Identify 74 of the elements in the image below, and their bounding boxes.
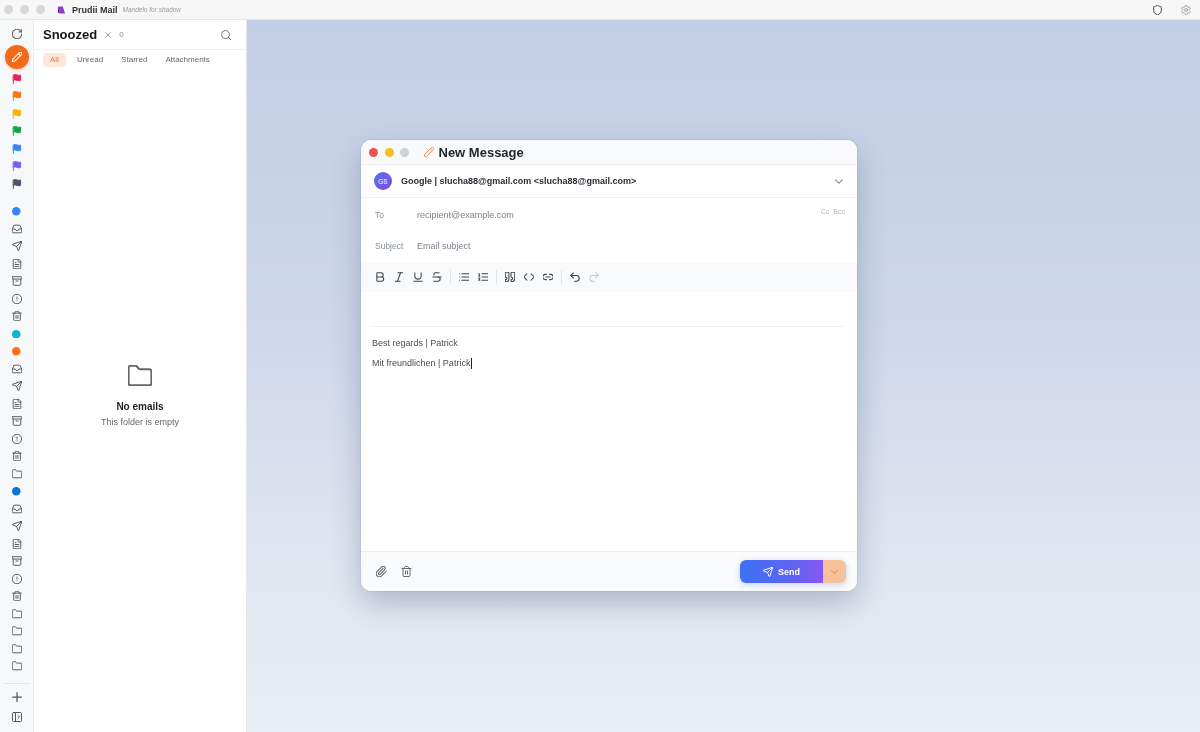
pencil-icon [423, 147, 434, 157]
plus-icon[interactable] [11, 692, 22, 702]
sidebar-toggle-icon[interactable] [11, 712, 22, 722]
flag-icon[interactable] [11, 178, 22, 189]
bulleted-list-icon[interactable] [459, 272, 469, 282]
document-icon[interactable] [11, 538, 22, 549]
body-text: Mit freundlichen | Patrick [372, 358, 471, 368]
numbered-list-icon[interactable] [478, 272, 488, 282]
chevron-down-icon [831, 569, 838, 574]
bold-icon[interactable] [375, 272, 385, 282]
send-button[interactable]: Send [740, 560, 823, 583]
search-icon[interactable] [221, 29, 231, 40]
folder-icon[interactable] [11, 608, 22, 619]
filter-tab[interactable]: Unread [69, 53, 111, 67]
underline-icon[interactable] [413, 272, 423, 282]
quote-icon[interactable] [505, 272, 515, 282]
shield-icon[interactable] [1153, 4, 1162, 15]
inbox-icon[interactable] [11, 223, 22, 234]
compose-button[interactable] [4, 45, 29, 69]
inbox-icon[interactable] [11, 363, 22, 374]
document-icon[interactable] [11, 398, 22, 409]
code-icon[interactable] [524, 272, 534, 282]
filter-tab[interactable]: Attachments [158, 53, 217, 67]
to-field[interactable]: recipient@example.com [417, 208, 821, 222]
chevron-down-icon[interactable] [835, 178, 843, 184]
field-label: To [375, 210, 385, 220]
compose-title: New Message [438, 144, 524, 160]
paperclip-icon[interactable] [376, 566, 387, 577]
account-dot-icon[interactable] [12, 347, 21, 356]
message-count: 0 [119, 30, 124, 39]
paper-plane-icon[interactable] [11, 521, 22, 532]
archive-box-icon[interactable] [11, 556, 22, 567]
flag-icon[interactable] [11, 126, 22, 137]
folder-icon[interactable] [11, 643, 22, 654]
close-button[interactable] [369, 147, 378, 157]
trash-icon[interactable] [11, 311, 22, 322]
app-name: Prudii Mail [72, 4, 118, 15]
undo-icon[interactable] [570, 272, 580, 282]
archive-box-icon[interactable] [11, 276, 22, 287]
book-icon [57, 5, 66, 14]
account-dot-icon[interactable] [12, 329, 21, 338]
paper-plane-icon[interactable] [11, 381, 22, 392]
close-icon[interactable] [105, 31, 112, 38]
folder-title: Snoozed [43, 27, 98, 42]
filter-tab[interactable]: Starred [114, 53, 155, 67]
italic-icon[interactable] [394, 272, 404, 282]
trash-icon[interactable] [11, 451, 22, 462]
document-icon[interactable] [11, 258, 22, 269]
paper-plane-icon [763, 566, 773, 577]
field-label: Subject [375, 241, 405, 251]
pencil-icon [11, 52, 22, 62]
paper-plane-icon[interactable] [11, 241, 22, 252]
message-editor[interactable]: Best regards | Patrick Mit freundlichen | Patrick [361, 292, 857, 551]
folder-icon[interactable] [11, 661, 22, 672]
flag-icon[interactable] [11, 161, 22, 172]
strikethrough-icon[interactable] [432, 272, 442, 282]
trash-icon[interactable] [11, 591, 22, 602]
folder-icon[interactable] [11, 468, 22, 479]
subject-field[interactable]: Email subject [417, 239, 845, 253]
account-dot-icon[interactable] [12, 487, 21, 496]
account-dot-icon[interactable] [12, 207, 21, 216]
flag-icon[interactable] [11, 73, 22, 84]
refresh-icon[interactable] [11, 29, 22, 39]
sender-account[interactable]: Google | slucha88@gmail.com <slucha88@gmail.com> [401, 176, 637, 186]
empty-title: No emails [116, 401, 164, 412]
link-icon[interactable] [543, 272, 553, 282]
empty-message: This folder is empty [101, 417, 179, 427]
body-text: Best regards | Patrick [372, 338, 458, 348]
folder-icon [128, 365, 152, 386]
archive-box-icon[interactable] [11, 416, 22, 427]
flag-icon[interactable] [11, 143, 22, 154]
trash-icon[interactable] [401, 566, 412, 577]
folder-icon[interactable] [11, 626, 22, 637]
inbox-icon[interactable] [11, 503, 22, 514]
